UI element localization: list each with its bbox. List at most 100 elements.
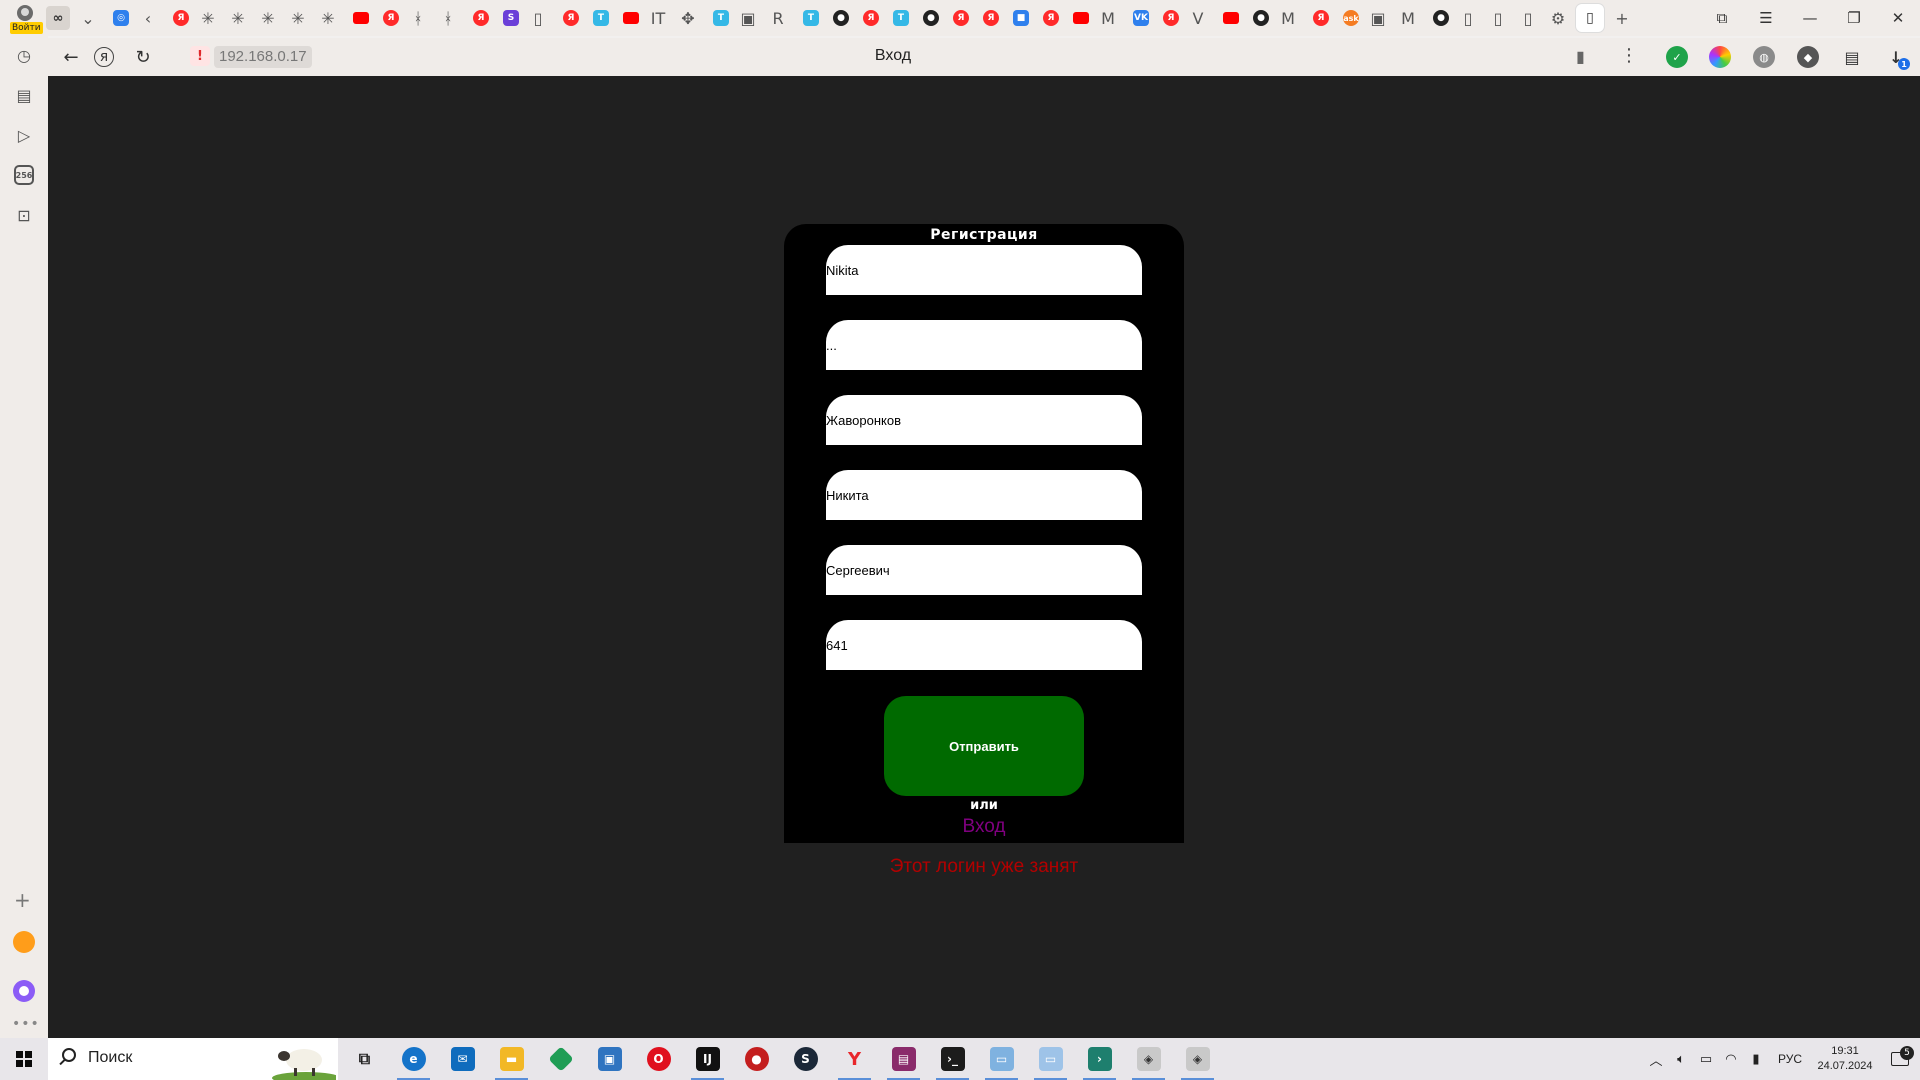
market-icon[interactable] — [13, 931, 35, 953]
doc-icon[interactable]: ▯ — [1576, 4, 1604, 32]
login-link[interactable]: Вход — [784, 816, 1184, 838]
record-app[interactable]: ● — [732, 1038, 781, 1080]
mail-app[interactable]: ✉ — [438, 1038, 487, 1080]
app-icon[interactable]: ◎ — [113, 10, 129, 26]
figure-icon[interactable]: ᚼ — [406, 6, 430, 30]
installer-app-2[interactable]: ◈ — [1173, 1038, 1222, 1080]
edge-app[interactable]: e — [389, 1038, 438, 1080]
docs-app[interactable]: ▭ — [1026, 1038, 1075, 1080]
minimize-button[interactable]: — — [1788, 0, 1832, 36]
clock[interactable]: 19:31 24.07.2024 — [1810, 1044, 1880, 1074]
figure-icon[interactable]: ᚼ — [436, 6, 460, 30]
opera-app[interactable]: O — [634, 1038, 683, 1080]
collections-icon[interactable]: ▤ — [1841, 46, 1863, 68]
password-field[interactable] — [826, 320, 1142, 370]
back-tab-icon[interactable]: ‹ — [136, 6, 160, 30]
bookmark-icon[interactable]: ▮ — [1576, 47, 1585, 66]
gmail-icon[interactable]: M — [1096, 6, 1120, 30]
settings-icon[interactable]: ⚙ — [1546, 6, 1570, 30]
menu-icon[interactable]: ☰ — [1744, 0, 1788, 36]
login-field[interactable] — [826, 245, 1142, 295]
yandex-icon[interactable]: Я — [1313, 10, 1329, 26]
history-icon[interactable]: ◷ — [12, 43, 36, 67]
close-button[interactable]: ✕ — [1876, 0, 1920, 36]
v-icon[interactable]: V — [1186, 6, 1210, 30]
profile-button[interactable]: Войти — [4, 2, 43, 34]
extension-icon[interactable]: ◆ — [1797, 46, 1819, 68]
yandex-icon[interactable]: Я — [473, 10, 489, 26]
alice-icon[interactable] — [13, 980, 35, 1002]
t-icon[interactable]: T — [803, 10, 819, 26]
terminal-app[interactable]: ›_ — [928, 1038, 977, 1080]
wifi-icon[interactable]: ◠ — [1720, 1052, 1742, 1067]
console-app[interactable]: › — [1075, 1038, 1124, 1080]
window-icon[interactable]: ▣ — [1366, 6, 1390, 30]
language-indicator[interactable]: РУС — [1778, 1052, 1802, 1066]
s-icon[interactable]: S — [503, 10, 519, 26]
doc-icon[interactable]: ▯ — [526, 6, 550, 30]
doc-icon[interactable]: ▯ — [1516, 6, 1540, 30]
more-options-icon[interactable]: ⋮ — [1620, 45, 1638, 66]
explorer-app[interactable]: ▬ — [487, 1038, 536, 1080]
display-icon[interactable]: ▭ — [1695, 1052, 1717, 1067]
yandex-icon[interactable]: Я — [1163, 10, 1179, 26]
intellij-app[interactable]: IJ — [683, 1038, 732, 1080]
youtube-icon[interactable]: ▶ — [1073, 12, 1089, 24]
asterisk-icon[interactable]: ✳ — [286, 6, 310, 30]
window-app[interactable]: ▣ — [585, 1038, 634, 1080]
color-extension-icon[interactable] — [1709, 46, 1731, 68]
asterisk-icon[interactable]: ✳ — [316, 6, 340, 30]
youtube-icon[interactable]: ▶ — [1223, 12, 1239, 24]
notifications-icon[interactable]: 5 — [1880, 1046, 1920, 1066]
gmail-icon[interactable]: M — [1276, 6, 1300, 30]
winrar-app[interactable]: ▤ — [879, 1038, 928, 1080]
it-icon[interactable]: IT — [646, 6, 670, 30]
task-view-app[interactable]: ⧉ — [340, 1038, 389, 1080]
installer-app[interactable]: ◈ — [1124, 1038, 1173, 1080]
sidebar-add-icon[interactable]: + — [14, 888, 31, 912]
shield-extension-icon[interactable]: ✓ — [1666, 46, 1688, 68]
ask-icon[interactable]: ask — [1343, 10, 1359, 26]
surname-field[interactable] — [826, 395, 1142, 445]
first-name-field[interactable] — [826, 470, 1142, 520]
taskbar-search[interactable]: Поиск — [48, 1038, 338, 1080]
globe-extension-icon[interactable]: ◍ — [1753, 46, 1775, 68]
t-icon[interactable]: T — [713, 10, 729, 26]
yandex-icon[interactable]: Я — [383, 10, 399, 26]
yandex-icon[interactable]: Я — [1043, 10, 1059, 26]
screenshot-icon[interactable]: ⊡ — [12, 203, 36, 227]
image-icon[interactable]: ▣ — [736, 6, 760, 30]
group-field[interactable] — [826, 620, 1142, 670]
yandex-browser-app[interactable]: Y — [830, 1038, 879, 1080]
start-button[interactable] — [0, 1038, 48, 1080]
submit-button[interactable]: Отправить — [884, 696, 1084, 796]
collections-side-icon[interactable]: ▤ — [12, 83, 36, 107]
gmail-icon[interactable]: M — [1396, 6, 1420, 30]
chevron-down-icon[interactable]: ⌄ — [76, 6, 100, 30]
youtube-icon[interactable]: ▶ — [623, 12, 639, 24]
github-icon[interactable]: ● — [1253, 10, 1269, 26]
doc-icon[interactable]: ▯ — [1486, 6, 1510, 30]
r-icon[interactable]: R — [766, 6, 790, 30]
tray-expand-icon[interactable]: ︿ — [1645, 1050, 1667, 1069]
restore-button[interactable]: ❐ — [1832, 0, 1876, 36]
yandex-icon[interactable]: Я — [953, 10, 969, 26]
steam-app[interactable]: S — [781, 1038, 830, 1080]
chat-icon[interactable]: ● — [833, 10, 849, 26]
volume-icon[interactable]: 🔈︎ — [1670, 1052, 1692, 1067]
t-icon[interactable]: T — [593, 10, 609, 26]
asterisk-icon[interactable]: ✳ — [256, 6, 280, 30]
windows-icon[interactable]: ■ — [1013, 10, 1029, 26]
youtube-icon[interactable]: ▶ — [353, 12, 369, 24]
yandex-icon[interactable]: Я — [983, 10, 999, 26]
files-app[interactable]: ▭ — [977, 1038, 1026, 1080]
tabs-manager-icon[interactable]: ⧉ — [1700, 0, 1744, 36]
arrows-icon[interactable]: ✥ — [676, 6, 700, 30]
asterisk-icon[interactable]: ✳ — [226, 6, 250, 30]
play-icon[interactable]: ▷ — [12, 123, 36, 147]
doc-icon[interactable]: ▯ — [1456, 6, 1480, 30]
yandex-icon[interactable]: Я — [863, 10, 879, 26]
asterisk-icon[interactable]: ✳ — [196, 6, 220, 30]
t-icon[interactable]: T — [893, 10, 909, 26]
sidebar-more-icon[interactable]: ••• — [12, 1016, 40, 1032]
